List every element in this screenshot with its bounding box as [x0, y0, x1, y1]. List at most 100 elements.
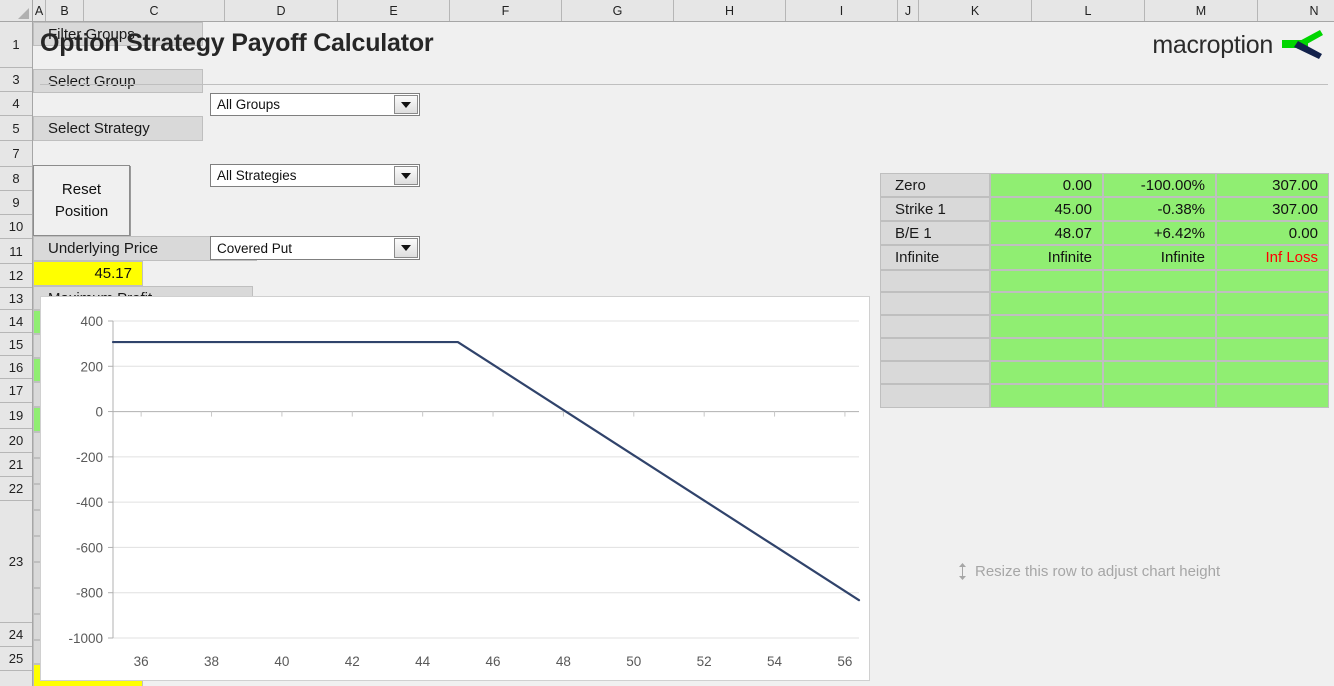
column-header-a[interactable]: A	[33, 0, 46, 21]
row-header-10[interactable]: 10	[0, 215, 32, 239]
payoff-chart[interactable]: 400 200 0 -200 -400 -600 -800 -1000 36 38 40 42 44 46…	[40, 296, 870, 681]
resize-vertical-icon	[959, 563, 966, 580]
select-group-label: Select Group	[33, 69, 203, 93]
row-header-1[interactable]: 1	[0, 22, 32, 68]
row-header-4[interactable]: 4	[0, 92, 32, 116]
svg-text:36: 36	[134, 654, 149, 669]
column-header-b[interactable]: B	[46, 0, 84, 21]
row-header-15[interactable]: 15	[0, 333, 32, 356]
payoff-chart-canvas: 400 200 0 -200 -400 -600 -800 -1000 36 38 40 42 44 46…	[68, 314, 861, 669]
resize-chart-hint-text: Resize this row to adjust chart height	[975, 563, 1221, 580]
row-header-16[interactable]: 16	[0, 356, 32, 379]
keypoint-pct: Infinite	[1103, 245, 1216, 270]
keypoint-pct	[1103, 361, 1216, 384]
filter-groups-value: All Groups	[217, 97, 281, 112]
keypoint-und-price	[990, 292, 1103, 315]
column-header-d[interactable]: D	[225, 0, 338, 21]
row-header-7[interactable]: 7	[0, 141, 32, 167]
keypoint-und-price: 45.00	[990, 197, 1103, 221]
keypoint-und-price	[990, 270, 1103, 292]
keypoint-pl	[1216, 292, 1329, 315]
page-title: Option Strategy Payoff Calculator	[40, 29, 434, 57]
chevron-down-icon[interactable]	[394, 95, 418, 114]
keypoint-pl	[1216, 361, 1329, 384]
keypoint-und-price: 0.00	[990, 173, 1103, 197]
row-header-17[interactable]: 17	[0, 379, 32, 403]
keypoint-name	[880, 361, 990, 384]
column-header-n[interactable]: N	[1258, 0, 1334, 21]
keypoint-name	[880, 315, 990, 338]
svg-text:44: 44	[415, 654, 431, 669]
row-header-12[interactable]: 12	[0, 264, 32, 288]
macroption-mark-icon	[1282, 30, 1323, 59]
row-header-21[interactable]: 21	[0, 453, 32, 477]
column-header-j[interactable]: J	[898, 0, 919, 21]
row-header-23[interactable]: 23	[0, 501, 32, 623]
resize-chart-hint: Resize this row to adjust chart height	[956, 562, 1220, 581]
column-header-k[interactable]: K	[919, 0, 1032, 21]
keypoint-und-price	[990, 384, 1103, 408]
reset-button-line2: Position	[54, 202, 109, 220]
row-header-bar: 1 3 4 5 7 8 9 10 11 12 13 14 15 16 17 19…	[0, 22, 33, 686]
svg-text:0: 0	[95, 405, 103, 420]
row-header-3[interactable]: 3	[0, 68, 32, 92]
keypoint-und-price: Infinite	[990, 245, 1103, 270]
svg-text:42: 42	[345, 654, 360, 669]
chevron-down-icon[interactable]	[394, 166, 418, 185]
sheet-surface: Option Strategy Payoff Calculator macrop…	[33, 22, 1334, 686]
reset-position-button[interactable]: Reset Position	[33, 165, 130, 236]
svg-text:54: 54	[767, 654, 783, 669]
svg-text:56: 56	[837, 654, 852, 669]
keypoint-pct	[1103, 384, 1216, 408]
row-header-19[interactable]: 19	[0, 403, 32, 429]
keypoint-pl	[1216, 384, 1329, 408]
row-header-11[interactable]: 11	[0, 239, 32, 264]
keypoint-pl	[1216, 270, 1329, 292]
column-header-m[interactable]: M	[1145, 0, 1258, 21]
row-header-8[interactable]: 8	[0, 167, 32, 191]
svg-text:200: 200	[80, 359, 103, 374]
column-header-i[interactable]: I	[786, 0, 898, 21]
title-underline	[40, 84, 1328, 85]
keypoint-pl: 0.00	[1216, 221, 1329, 245]
svg-text:38: 38	[204, 654, 219, 669]
keypoint-pct: +6.42%	[1103, 221, 1216, 245]
row-header-25[interactable]: 25	[0, 647, 32, 671]
column-header-h[interactable]: H	[674, 0, 786, 21]
keypoint-name: Infinite	[880, 245, 990, 270]
filter-groups-dropdown[interactable]: All Groups	[210, 93, 420, 116]
row-header-20[interactable]: 20	[0, 429, 32, 453]
keypoint-pct	[1103, 292, 1216, 315]
keypoint-und-price	[990, 315, 1103, 338]
keypoint-pl: Inf Loss	[1216, 245, 1329, 270]
svg-text:-600: -600	[76, 540, 103, 555]
keypoint-und-price	[990, 361, 1103, 384]
keypoint-pl	[1216, 315, 1329, 338]
column-header-c[interactable]: C	[84, 0, 225, 21]
row-header-9[interactable]: 9	[0, 191, 32, 215]
svg-text:-400: -400	[76, 495, 103, 510]
chevron-down-icon[interactable]	[394, 238, 418, 258]
column-header-g[interactable]: G	[562, 0, 674, 21]
keypoint-pct	[1103, 270, 1216, 292]
row-header-24[interactable]: 24	[0, 623, 32, 647]
keypoint-pl: 307.00	[1216, 197, 1329, 221]
select-strategy-value: Covered Put	[217, 240, 293, 256]
underlying-price-input[interactable]: 45.17	[33, 261, 143, 286]
row-header-22[interactable]: 22	[0, 477, 32, 501]
select-group-dropdown[interactable]: All Strategies	[210, 164, 420, 187]
row-header-13[interactable]: 13	[0, 288, 32, 310]
keypoint-name	[880, 270, 990, 292]
select-strategy-dropdown[interactable]: Covered Put	[210, 236, 420, 260]
row-header-14[interactable]: 14	[0, 310, 32, 333]
column-header-bar: A B C D E F G H I J K L M N O	[0, 0, 1334, 22]
keypoint-pl	[1216, 338, 1329, 361]
row-header-5[interactable]: 5	[0, 116, 32, 141]
svg-text:52: 52	[697, 654, 712, 669]
keypoint-name	[880, 338, 990, 361]
column-header-f[interactable]: F	[450, 0, 562, 21]
svg-text:400: 400	[80, 314, 103, 329]
select-all-corner[interactable]	[0, 0, 33, 21]
column-header-e[interactable]: E	[338, 0, 450, 21]
column-header-l[interactable]: L	[1032, 0, 1145, 21]
